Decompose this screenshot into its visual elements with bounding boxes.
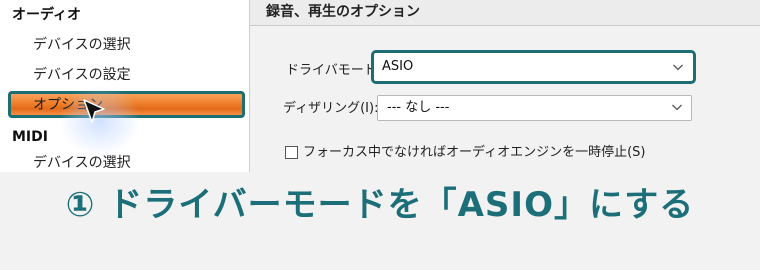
dithering-select[interactable]: --- なし --- <box>377 95 692 121</box>
pause-engine-checkbox[interactable] <box>285 146 298 159</box>
section-title: 録音、再生のオプション <box>266 4 420 20</box>
pause-engine-label: フォーカス中でなければオーディオエンジンを一時停止(S) <box>303 145 646 160</box>
sidebar-item-device-settings[interactable]: デバイスの設定 <box>33 66 131 84</box>
driver-mode-select[interactable]: ASIO <box>371 50 696 84</box>
audio-preferences-window: オーディオ デバイスの選択 デバイスの設定 オプション MIDI デバイスの選択… <box>0 0 760 172</box>
dithering-label: ディザリング(I): <box>283 101 379 116</box>
sidebar-item-options[interactable]: オプション <box>8 91 245 118</box>
section-header: 録音、再生のオプション <box>250 0 760 26</box>
sidebar: オーディオ デバイスの選択 デバイスの設定 オプション MIDI デバイスの選択 <box>0 0 250 172</box>
driver-mode-value: ASIO <box>382 59 414 74</box>
sidebar-item-midi-device-select[interactable]: デバイスの選択 <box>33 154 131 172</box>
chevron-down-icon <box>673 64 683 71</box>
chevron-down-icon <box>672 104 682 111</box>
sidebar-heading-midi: MIDI <box>12 129 48 145</box>
sidebar-heading-audio: オーディオ <box>12 7 82 23</box>
dithering-value: --- なし --- <box>387 100 450 115</box>
caption-text: ① ドライバーモードを「ASIO」にする <box>65 185 695 225</box>
caption-band: ① ドライバーモードを「ASIO」にする <box>0 172 760 270</box>
arrow-cursor-icon <box>83 99 105 123</box>
sidebar-item-device-select[interactable]: デバイスの選択 <box>33 36 131 54</box>
